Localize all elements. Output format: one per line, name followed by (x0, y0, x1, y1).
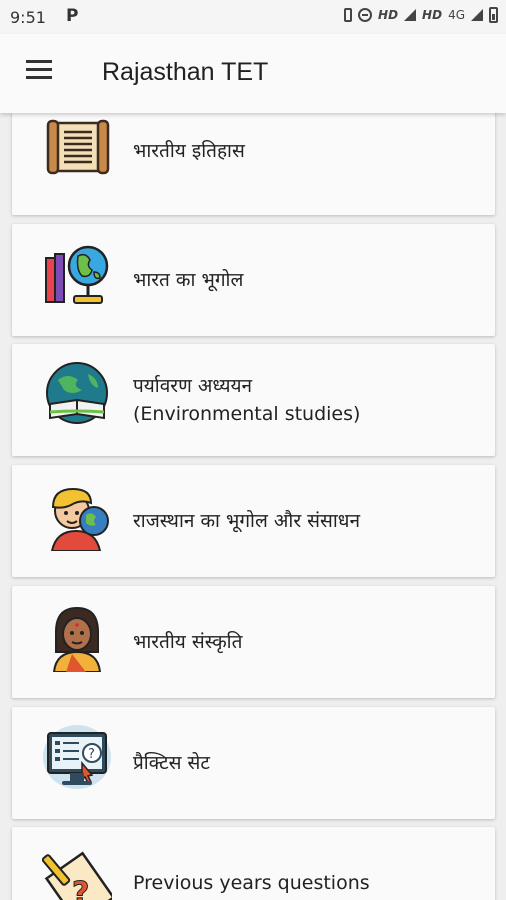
do-not-disturb-icon (358, 8, 373, 22)
topic-label: प्रैक्टिस सेट (133, 752, 210, 774)
svg-text:?: ? (88, 747, 95, 762)
topic-sublabel: (Environmental studies) (133, 403, 361, 425)
network-hd-2: HD (422, 8, 443, 22)
question-paper-icon: ? (42, 851, 112, 900)
battery-icon (489, 7, 498, 23)
topic-label: Previous years questions (133, 872, 370, 894)
vibrate-icon (344, 8, 353, 22)
topic-label: भारतीय संस्कृति (133, 631, 243, 653)
topic-list[interactable]: भारतीय इतिहास भारत का भूगोल पर्यावरण अध्… (0, 113, 506, 900)
topic-label: भारत का भूगोल (133, 269, 244, 291)
network-type: 4G (448, 8, 465, 22)
topic-label: पर्यावरण अध्ययन (133, 375, 253, 397)
parking-notification-icon: P (66, 6, 79, 26)
topic-label: भारतीय इतिहास (133, 140, 245, 162)
scroll-icon (46, 119, 110, 175)
computer-test-icon: ? (43, 725, 111, 789)
globe-books-icon (45, 245, 109, 304)
signal-icon-2 (471, 9, 483, 21)
topic-card-indian-history[interactable]: भारतीय इतिहास (12, 113, 495, 215)
topic-label: राजस्थान का भूगोल और संसाधन (133, 510, 360, 532)
app-bar: Rajasthan TET (0, 34, 506, 113)
topic-card-previous-years-questions[interactable]: ? Previous years questions (12, 827, 495, 900)
status-bar: 9:51 P HD HD 4G (0, 0, 506, 34)
menu-icon[interactable] (26, 60, 54, 86)
app-title: Rajasthan TET (102, 58, 269, 86)
boy-globe-icon (50, 487, 109, 551)
status-icons: HD HD 4G (344, 7, 498, 23)
topic-card-practice-set[interactable]: ? प्रैक्टिस सेट (12, 707, 495, 819)
network-hd-1: HD (378, 8, 399, 22)
topic-card-environmental-studies[interactable]: पर्यावरण अध्ययन (Environmental studies) (12, 344, 495, 456)
earth-book-icon (46, 362, 108, 424)
signal-icon-1 (404, 9, 417, 21)
topic-card-indian-culture[interactable]: भारतीय संस्कृति (12, 586, 495, 698)
indian-woman-icon (52, 606, 102, 672)
topic-card-india-geography[interactable]: भारत का भूगोल (12, 224, 495, 336)
svg-text:?: ? (72, 876, 89, 900)
status-time: 9:51 (10, 8, 46, 27)
topic-card-rajasthan-geography[interactable]: राजस्थान का भूगोल और संसाधन (12, 465, 495, 577)
